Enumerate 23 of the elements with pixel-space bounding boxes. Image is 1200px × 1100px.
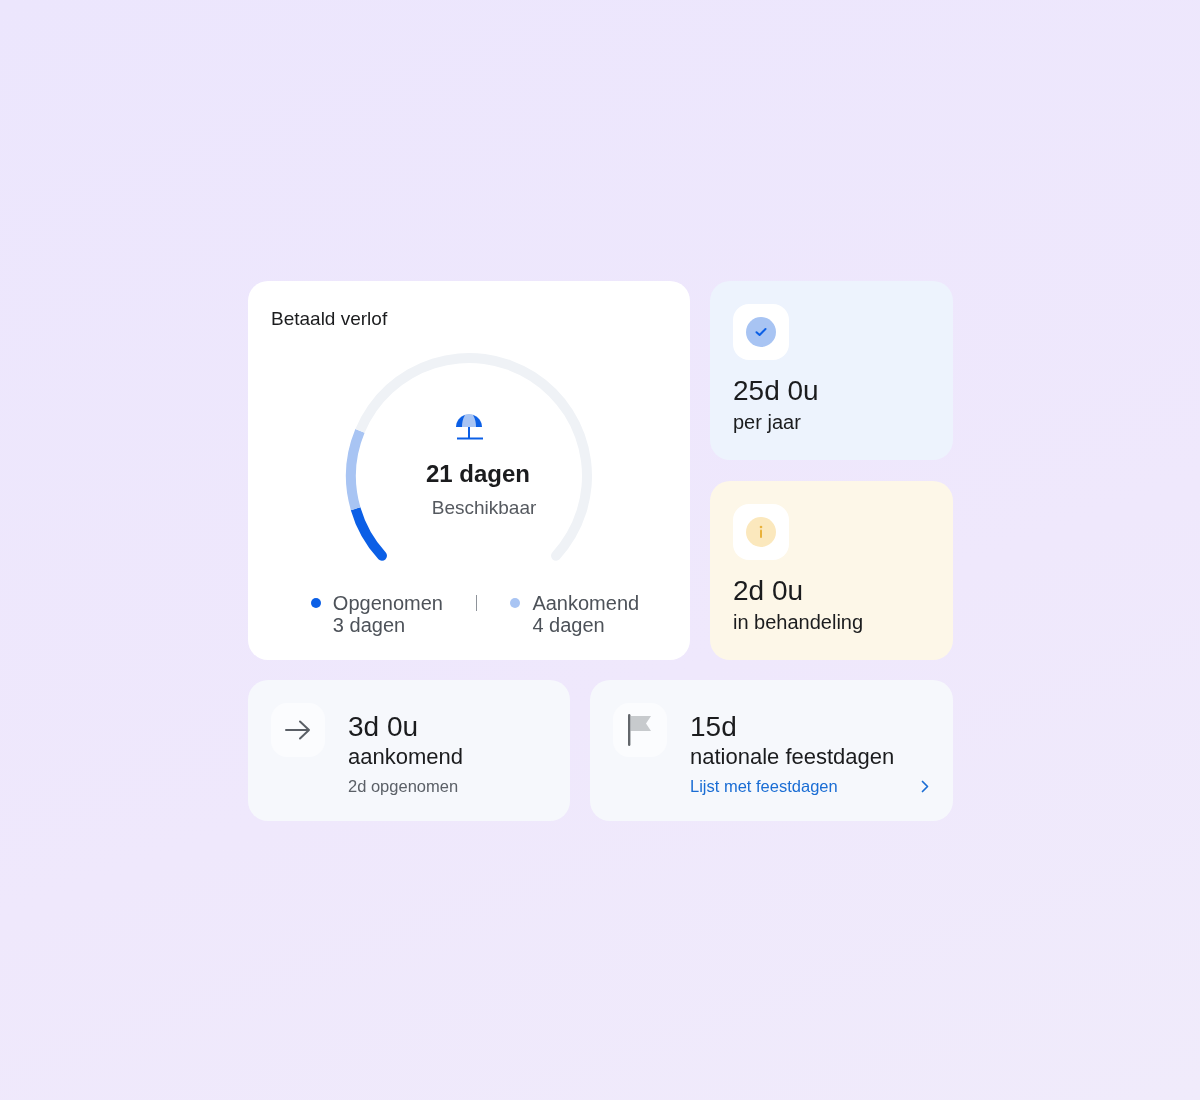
stat-caption: per jaar: [733, 410, 801, 434]
legend-value: 4 dagen: [532, 614, 606, 636]
legend-label: Opgenomen: [332, 592, 443, 614]
stat-value: 25d 0u: [733, 374, 819, 408]
arrow-right-icon: [271, 703, 325, 757]
check-icon: [733, 304, 789, 360]
stat-value: 3d 0u: [348, 711, 419, 743]
card-title: Betaald verlof: [271, 307, 388, 331]
info-icon: [733, 504, 789, 560]
legend-value: 3 dagen: [332, 614, 407, 636]
holiday-list-link[interactable]: Lijst met feestdagen: [690, 775, 838, 797]
stat-note: 2d opgenomen: [348, 776, 459, 797]
chevron-right-icon[interactable]: [921, 779, 929, 793]
gauge-caption: Beschikbaar: [430, 496, 537, 520]
umbrella-icon: [454, 412, 484, 440]
stat-caption: nationale feestdagen: [690, 743, 895, 771]
flag-icon: [613, 703, 667, 757]
stat-value: 15d: [690, 711, 737, 743]
stat-caption: in behandeling: [733, 610, 864, 634]
legend-label: Aankomend: [532, 592, 640, 614]
gauge-value: 21 dagen: [424, 459, 530, 489]
stat-value: 2d 0u: [733, 574, 804, 608]
stat-caption: aankomend: [348, 743, 463, 771]
